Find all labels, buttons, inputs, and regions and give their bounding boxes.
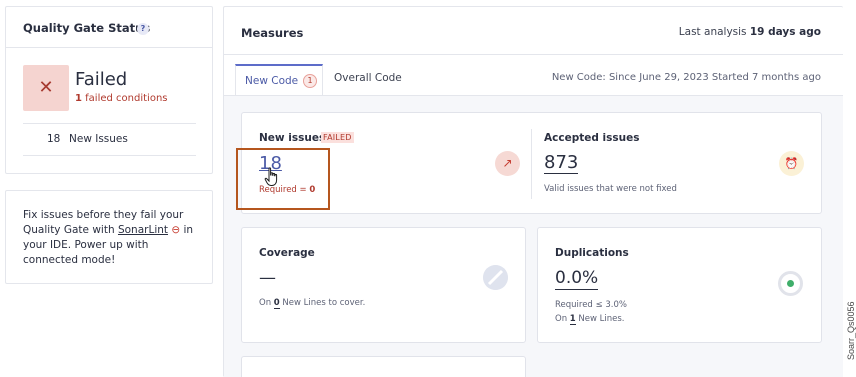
failed-badge: FAILED [321, 132, 354, 143]
duplications-required: Required ≤ 3.0% [555, 300, 627, 310]
divider [23, 155, 196, 156]
coverage-sub-prefix: On [259, 298, 274, 308]
new-issues-label: New Issues [69, 133, 128, 145]
duplications-lines: On 1 New Lines. [555, 314, 625, 325]
divider [23, 123, 196, 124]
new-code-period-info: New Code: Since June 29, 2023 Started 7 … [551, 72, 821, 83]
duplications-value-link[interactable]: 0.0% [555, 268, 599, 290]
tab-overall-code[interactable]: Overall Code [334, 72, 402, 84]
failed-conditions-label: failed conditions [85, 93, 168, 104]
divider [531, 129, 532, 199]
hand-cursor-icon [264, 167, 278, 186]
clock-icon: ⏰ [779, 151, 804, 176]
divider [6, 47, 212, 48]
coverage-value: — [259, 268, 276, 288]
failed-conditions-text[interactable]: 1 failed conditions [75, 93, 168, 104]
highlight-box [236, 148, 330, 210]
duplications-label: Duplications [555, 247, 629, 259]
external-link-icon: ⊖ [171, 224, 181, 236]
dup-lines-prefix: On [555, 314, 570, 324]
divider [224, 54, 843, 55]
divider [224, 95, 843, 96]
sonarlint-promo-text: Fix issues before they fail your Quality… [23, 208, 203, 268]
image-watermark: Soarr_Qs0056 [846, 301, 856, 360]
status-dot [787, 280, 794, 287]
accepted-issues-value-link[interactable]: 873 [544, 153, 579, 174]
help-icon[interactable]: ? [137, 23, 149, 35]
new-issues-label: New issues [259, 132, 326, 144]
coverage-subtitle: On 0 New Lines to cover. [259, 298, 366, 309]
failed-status-icon: ✕ [23, 65, 69, 111]
coverage-icon [483, 265, 508, 290]
accepted-issues-subtitle: Valid issues that were not fixed [544, 184, 677, 194]
tab-new-code-badge: 1 [303, 74, 317, 88]
failed-conditions-count: 1 [75, 93, 82, 104]
last-analysis-label: Last analysis [678, 26, 747, 38]
dup-lines-suffix: New Lines. [575, 314, 625, 324]
tab-new-code[interactable]: New Code 1 [235, 64, 323, 95]
quality-gate-status: Failed [75, 69, 128, 90]
accepted-issues-label: Accepted issues [544, 132, 640, 144]
quality-gate-panel: Quality Gate Status ? ✕ Failed 1 failed … [5, 6, 213, 174]
last-analysis: Last analysis 19 days ago [679, 26, 821, 38]
sonarlint-link[interactable]: SonarLint [118, 224, 168, 236]
sonarlint-promo-panel: Fix issues before they fail your Quality… [5, 190, 213, 284]
measures-title: Measures [241, 26, 304, 40]
coverage-sub-suffix: New Lines to cover. [279, 298, 366, 308]
duplications-card: Duplications 0.0% Required ≤ 3.0% On 1 N… [537, 227, 822, 343]
last-analysis-value: 19 days ago [749, 26, 821, 38]
quality-gate-title: Quality Gate Status [23, 21, 151, 35]
duplications-status-icon [778, 271, 803, 296]
new-issues-count[interactable]: 18 [47, 133, 60, 145]
tab-new-code-label: New Code [245, 75, 299, 87]
trend-up-icon: ↗ [495, 151, 520, 176]
coverage-card: Coverage — On 0 New Lines to cover. [241, 227, 526, 343]
security-hotspots-card [241, 356, 526, 377]
coverage-label: Coverage [259, 247, 315, 259]
